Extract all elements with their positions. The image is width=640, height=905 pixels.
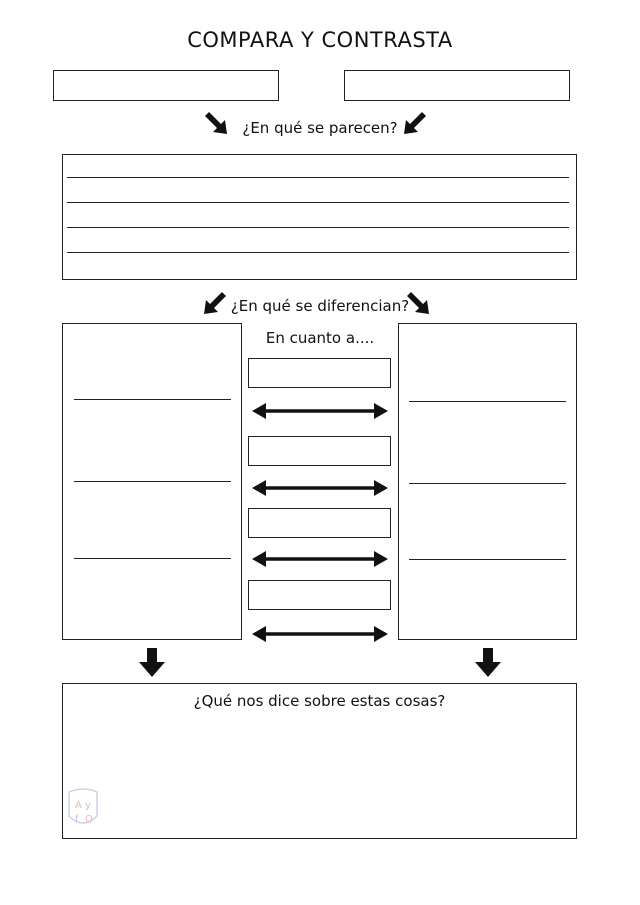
writing-line	[409, 559, 566, 560]
question-similar: ¿En qué se parecen?	[242, 119, 398, 137]
question-different: ¿En qué se diferencian?	[230, 297, 410, 315]
similarities-box[interactable]	[62, 154, 577, 280]
double-arrow-icon	[252, 551, 388, 567]
criterion-field-1[interactable]	[248, 358, 391, 388]
question-conclusion: ¿Qué nos dice sobre estas cosas?	[193, 692, 446, 710]
writing-line	[67, 227, 569, 228]
criterion-field-4[interactable]	[248, 580, 391, 610]
logo-letter: A	[75, 800, 82, 811]
writing-line	[74, 481, 231, 482]
writing-line	[409, 401, 566, 402]
logo-letter: Q	[85, 814, 93, 825]
school-logo-icon: A y f Q	[68, 788, 98, 825]
item-a-field[interactable]	[53, 70, 279, 101]
double-arrow-icon	[252, 480, 388, 496]
writing-line	[74, 558, 231, 559]
en-cuanto-label: En cuanto a....	[265, 329, 375, 347]
writing-line	[67, 202, 569, 203]
writing-line	[67, 252, 569, 253]
arrow-down-icon	[139, 648, 165, 677]
logo-letter: f	[75, 814, 79, 825]
logo-letter: y	[85, 800, 91, 811]
differences-right-box[interactable]	[398, 323, 577, 640]
item-b-field[interactable]	[344, 70, 570, 101]
criterion-field-3[interactable]	[248, 508, 391, 538]
double-arrow-icon	[252, 403, 388, 419]
criterion-field-2[interactable]	[248, 436, 391, 466]
arrow-down-icon	[475, 648, 501, 677]
writing-line	[409, 483, 566, 484]
worksheet-title: COMPARA Y CONTRASTA	[187, 28, 453, 52]
writing-line	[74, 399, 231, 400]
double-arrow-icon	[252, 626, 388, 642]
writing-line	[67, 177, 569, 178]
